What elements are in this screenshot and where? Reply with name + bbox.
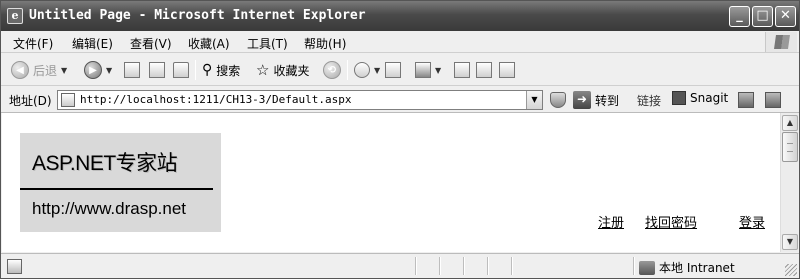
scroll-up-icon[interactable]: ▲ (782, 115, 798, 131)
maximize-button[interactable]: □ (752, 6, 773, 27)
page-icon (61, 93, 75, 107)
menu-view[interactable]: 查看(V) (130, 35, 172, 52)
edit-dropdown-icon[interactable]: ▼ (435, 66, 441, 75)
mail-dropdown-icon[interactable]: ▼ (374, 66, 380, 75)
research-button[interactable] (476, 60, 492, 80)
forward-button[interactable]: ▶ ▼ (84, 60, 112, 80)
site-logo: ASP.NET专家站 http://www.drasp.net (20, 133, 221, 232)
snagit-capture-icon[interactable] (738, 92, 754, 108)
address-url[interactable]: http://localhost:1211/CH13-3/Default.asp… (80, 93, 352, 106)
edit-icon (415, 62, 431, 78)
login-link[interactable]: 登录 (739, 212, 765, 231)
print-button[interactable] (385, 60, 401, 80)
ie-window: e Untitled Page - Microsoft Internet Exp… (0, 0, 800, 279)
toolbar-separator (347, 60, 348, 80)
star-icon: ☆ (256, 61, 270, 79)
links-label[interactable]: 链接 (637, 92, 661, 109)
scroll-thumb[interactable] (782, 132, 798, 162)
status-bar: 本地 Intranet (1, 253, 799, 278)
discuss-button[interactable] (454, 60, 470, 80)
standard-toolbar: ◀ 后退 ▼ ▶ ▼ ⚲ 搜索 ☆ 收藏夹 ⟲ ▼ ▼ (1, 54, 799, 86)
snagit-icon (672, 91, 686, 105)
status-pane (415, 257, 417, 275)
go-button[interactable]: ➜ 转到 (573, 91, 619, 109)
back-button[interactable]: ◀ 后退 ▼ (11, 60, 67, 80)
ie-icon: e (7, 8, 23, 24)
favorites-button[interactable]: ☆ 收藏夹 (256, 60, 309, 80)
windows-logo (765, 32, 797, 52)
search-button[interactable]: ⚲ 搜索 (202, 60, 240, 80)
close-button[interactable]: ✕ (775, 6, 796, 27)
forward-dropdown-icon[interactable]: ▼ (106, 66, 112, 75)
print-icon (385, 62, 401, 78)
address-label: 地址(D) (9, 94, 52, 108)
logo-divider (20, 188, 213, 190)
menu-bar: 文件(F) 编辑(E) 查看(V) 收藏(A) 工具(T) 帮助(H) (1, 31, 799, 53)
mail-button[interactable]: ▼ (354, 60, 380, 80)
page-content: ASP.NET专家站 http://www.drasp.net 注册 找回密码 … (2, 113, 780, 252)
search-label: 搜索 (216, 63, 241, 78)
menu-file[interactable]: 文件(F) (13, 35, 53, 52)
title-bar[interactable]: e Untitled Page - Microsoft Internet Exp… (1, 1, 799, 31)
go-arrow-icon: ➜ (573, 91, 591, 109)
menu-edit[interactable]: 编辑(E) (72, 35, 113, 52)
search-icon: ⚲ (202, 62, 213, 78)
favorites-label: 收藏夹 (273, 63, 310, 78)
refresh-button[interactable] (149, 60, 165, 80)
status-pane (439, 257, 441, 275)
resize-grip-icon[interactable] (785, 264, 797, 276)
forgot-password-link[interactable]: 找回密码 (645, 212, 697, 231)
windows-flag-icon (774, 35, 790, 49)
stop-button[interactable] (124, 60, 140, 80)
menu-tools[interactable]: 工具(T) (247, 35, 288, 52)
status-pane (633, 257, 635, 275)
snagit-button[interactable]: Snagit (672, 91, 728, 105)
mail-icon (354, 62, 370, 78)
go-label: 转到 (595, 93, 620, 108)
logo-url: http://www.drasp.net (32, 199, 187, 218)
messenger-button[interactable] (499, 60, 515, 80)
history-button[interactable]: ⟲ (323, 60, 341, 80)
logo-title: ASP.NET专家站 (32, 152, 178, 175)
page-status-icon (7, 259, 22, 274)
discuss-icon (454, 62, 470, 78)
register-link[interactable]: 注册 (598, 212, 624, 231)
security-zone: 本地 Intranet (639, 259, 735, 276)
home-button[interactable] (173, 60, 189, 80)
security-shield-icon[interactable] (550, 92, 566, 108)
toolbar-separator (195, 60, 196, 80)
status-pane (511, 257, 513, 275)
intranet-icon (639, 260, 655, 275)
window-title: Untitled Page - Microsoft Internet Explo… (29, 8, 366, 23)
back-label: 后退 (33, 63, 58, 78)
menu-help[interactable]: 帮助(H) (304, 35, 346, 52)
research-icon (476, 62, 492, 78)
back-arrow-icon: ◀ (11, 61, 29, 79)
status-pane (487, 257, 489, 275)
back-dropdown-icon[interactable]: ▼ (61, 66, 67, 75)
edit-button[interactable]: ▼ (415, 60, 441, 80)
snagit-label: Snagit (690, 91, 729, 105)
home-icon (173, 62, 189, 78)
address-bar: 地址(D) http://localhost:1211/CH13-3/Defau… (1, 87, 799, 113)
history-icon: ⟲ (323, 61, 341, 79)
stop-icon (124, 62, 140, 78)
menu-favorites[interactable]: 收藏(A) (188, 35, 230, 52)
scroll-down-icon[interactable]: ▼ (782, 234, 798, 250)
refresh-icon (149, 62, 165, 78)
vertical-scrollbar[interactable]: ▲ ▼ (780, 113, 798, 252)
address-input[interactable]: http://localhost:1211/CH13-3/Default.asp… (57, 90, 543, 110)
address-dropdown-icon[interactable]: ▼ (526, 91, 542, 109)
messenger-icon (499, 62, 515, 78)
status-pane (463, 257, 465, 275)
zone-label: 本地 Intranet (659, 261, 735, 275)
forward-arrow-icon: ▶ (84, 61, 102, 79)
snagit-window-icon[interactable] (765, 92, 781, 108)
minimize-button[interactable]: _ (729, 6, 750, 27)
